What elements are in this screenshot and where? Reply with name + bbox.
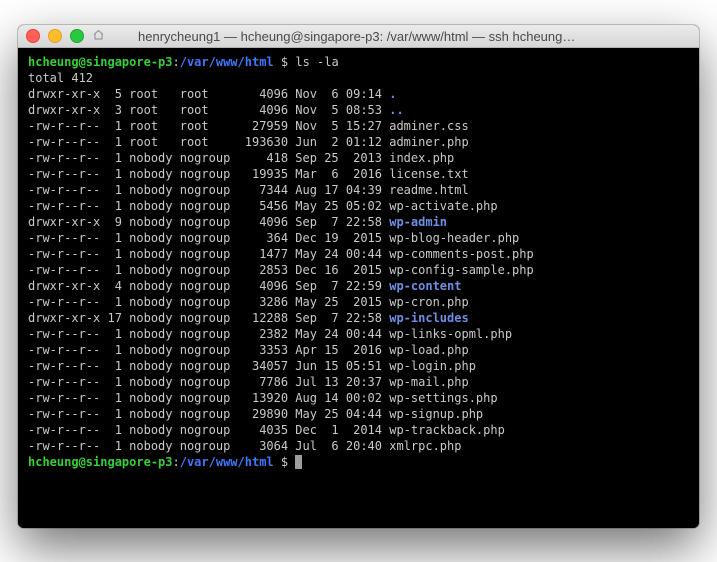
ls-row: -rw-r--r-- 1 nobody nogroup 3353 Apr 15 …	[28, 343, 469, 357]
file-name: wp-mail.php	[389, 375, 468, 389]
file-name: wp-signup.php	[389, 407, 483, 421]
zoom-icon[interactable]	[70, 29, 84, 43]
ls-row: -rw-r--r-- 1 nobody nogroup 5456 May 25 …	[28, 199, 498, 213]
file-name: wp-activate.php	[389, 199, 497, 213]
file-name: wp-trackback.php	[389, 423, 505, 437]
file-name: adminer.css	[389, 119, 468, 133]
window-title: henrycheung1 — hcheung@singapore-p3: /va…	[18, 29, 699, 44]
terminal-window: henrycheung1 — hcheung@singapore-p3: /va…	[18, 25, 699, 528]
ls-row: -rw-r--r-- 1 nobody nogroup 7786 Jul 13 …	[28, 375, 469, 389]
file-name: wp-load.php	[389, 343, 468, 357]
prompt-path: /var/www/html	[180, 55, 274, 69]
ls-row: -rw-r--r-- 1 nobody nogroup 7344 Aug 17 …	[28, 183, 469, 197]
ls-row: -rw-r--r-- 1 nobody nogroup 1477 May 24 …	[28, 247, 534, 261]
ls-row: -rw-r--r-- 1 root root 193630 Jun 2 01:1…	[28, 135, 469, 149]
ls-row: -rw-r--r-- 1 nobody nogroup 3064 Jul 6 2…	[28, 439, 461, 453]
file-name: adminer.php	[389, 135, 468, 149]
file-name: xmlrpc.php	[389, 439, 461, 453]
terminal-body[interactable]: hcheung@singapore-p3:/var/www/html $ ls …	[18, 48, 699, 528]
ls-row: -rw-r--r-- 1 root root 27959 Nov 5 15:27…	[28, 119, 469, 133]
file-name: wp-cron.php	[389, 295, 468, 309]
ls-row: drwxr-xr-x 17 nobody nogroup 12288 Sep 7…	[28, 311, 469, 325]
file-name: wp-content	[389, 279, 461, 293]
file-name: wp-comments-post.php	[389, 247, 534, 261]
prompt-path: /var/www/html	[180, 455, 274, 469]
file-name: wp-blog-header.php	[389, 231, 519, 245]
ls-row: -rw-r--r-- 1 nobody nogroup 418 Sep 25 2…	[28, 151, 454, 165]
traffic-lights	[26, 29, 84, 43]
prompt-user: hcheung@singapore-p3	[28, 455, 173, 469]
file-name: ..	[389, 103, 403, 117]
home-icon	[92, 29, 105, 43]
ls-row: -rw-r--r-- 1 nobody nogroup 2853 Dec 16 …	[28, 263, 534, 277]
ls-row: -rw-r--r-- 1 nobody nogroup 13920 Aug 14…	[28, 391, 498, 405]
ls-row: -rw-r--r-- 1 nobody nogroup 3286 May 25 …	[28, 295, 469, 309]
close-icon[interactable]	[26, 29, 40, 43]
titlebar[interactable]: henrycheung1 — hcheung@singapore-p3: /va…	[18, 25, 699, 48]
minimize-icon[interactable]	[48, 29, 62, 43]
file-name: wp-links-opml.php	[389, 327, 512, 341]
ls-row: -rw-r--r-- 1 nobody nogroup 29890 May 25…	[28, 407, 483, 421]
file-name: wp-admin	[389, 215, 447, 229]
file-name: .	[389, 87, 396, 101]
prompt-colon: :	[173, 55, 180, 69]
file-name: wp-login.php	[389, 359, 476, 373]
command-text: ls -la	[295, 55, 338, 69]
ls-row: -rw-r--r-- 1 nobody nogroup 2382 May 24 …	[28, 327, 512, 341]
ls-row: -rw-r--r-- 1 nobody nogroup 4035 Dec 1 2…	[28, 423, 505, 437]
ls-row: drwxr-xr-x 4 nobody nogroup 4096 Sep 7 2…	[28, 279, 461, 293]
total-line: total 412	[28, 71, 93, 85]
file-name: wp-config-sample.php	[389, 263, 534, 277]
ls-row: drwxr-xr-x 5 root root 4096 Nov 6 09:14 …	[28, 87, 396, 101]
ls-row: -rw-r--r-- 1 nobody nogroup 34057 Jun 15…	[28, 359, 476, 373]
ls-row: -rw-r--r-- 1 nobody nogroup 364 Dec 19 2…	[28, 231, 519, 245]
prompt-colon: :	[173, 455, 180, 469]
cursor	[295, 455, 302, 469]
file-name: wp-settings.php	[389, 391, 497, 405]
prompt-dollar: $	[274, 455, 296, 469]
file-name: readme.html	[389, 183, 468, 197]
file-name: wp-includes	[389, 311, 468, 325]
prompt-user: hcheung@singapore-p3	[28, 55, 173, 69]
ls-row: drwxr-xr-x 9 nobody nogroup 4096 Sep 7 2…	[28, 215, 447, 229]
file-name: license.txt	[389, 167, 468, 181]
prompt-dollar: $	[274, 55, 296, 69]
file-name: index.php	[389, 151, 454, 165]
ls-row: -rw-r--r-- 1 nobody nogroup 19935 Mar 6 …	[28, 167, 469, 181]
ls-row: drwxr-xr-x 3 root root 4096 Nov 5 08:53 …	[28, 103, 404, 117]
